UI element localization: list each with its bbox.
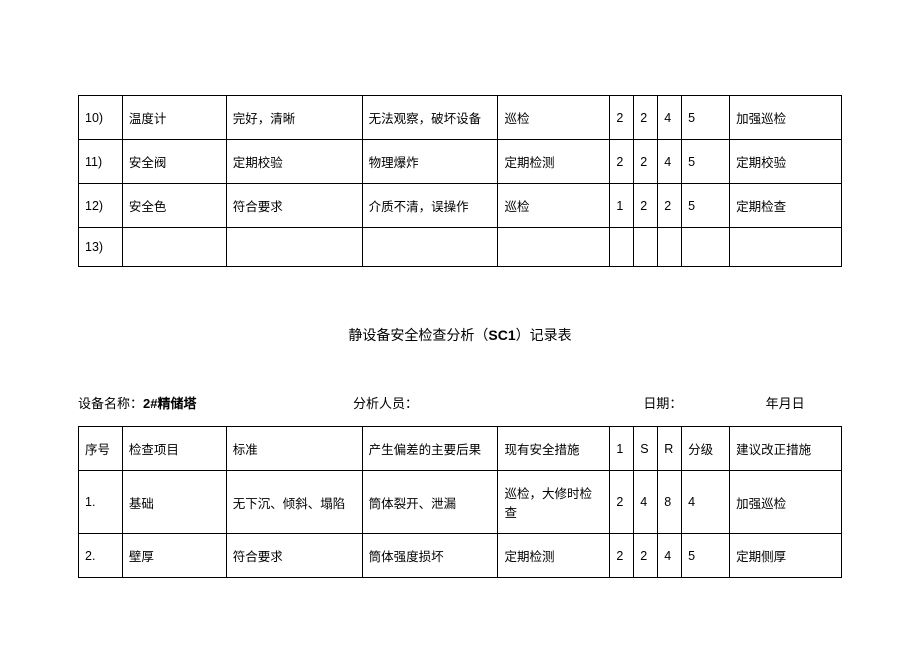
cell-idx: 11) bbox=[79, 140, 123, 184]
cell-sugg: 加强巡检 bbox=[730, 471, 842, 534]
cell-n2: 2 bbox=[634, 534, 658, 578]
cell-std: 符合要求 bbox=[226, 534, 362, 578]
cell-item: 基础 bbox=[122, 471, 226, 534]
cell-idx: 1. bbox=[79, 471, 123, 534]
title-pre: 静设备安全检查分析（ bbox=[348, 327, 488, 343]
cell-std: 完好，清晰 bbox=[226, 96, 362, 140]
header-n4: 分级 bbox=[682, 427, 730, 471]
header-std: 标准 bbox=[226, 427, 362, 471]
cell-std: 定期校验 bbox=[226, 140, 362, 184]
header-idx: 序号 bbox=[79, 427, 123, 471]
cell-item: 安全色 bbox=[122, 184, 226, 228]
date-value: 年月日 bbox=[766, 396, 805, 411]
cell-sugg: 加强巡检 bbox=[730, 96, 842, 140]
header-cons: 产生偏差的主要后果 bbox=[362, 427, 498, 471]
analysis-table-continued: 10) 温度计 完好，清晰 无法观察，破坏设备 巡检 2 2 4 5 加强巡检 … bbox=[78, 95, 842, 267]
cell-cons: 筒体裂开、泄漏 bbox=[362, 471, 498, 534]
cell-sugg: 定期侧厚 bbox=[730, 534, 842, 578]
cell-item: 壁厚 bbox=[122, 534, 226, 578]
cell-n1: 2 bbox=[610, 96, 634, 140]
header-n2: S bbox=[634, 427, 658, 471]
header-meas: 现有安全措施 bbox=[498, 427, 610, 471]
cell-n3: 4 bbox=[658, 140, 682, 184]
equipment-name-label: 设备名称： bbox=[78, 396, 143, 411]
cell-n1: 2 bbox=[610, 140, 634, 184]
cell-std bbox=[226, 228, 362, 267]
header-sugg: 建议改正措施 bbox=[730, 427, 842, 471]
cell-idx: 2. bbox=[79, 534, 123, 578]
cell-n2 bbox=[634, 228, 658, 267]
cell-n1: 1 bbox=[610, 184, 634, 228]
cell-n1: 2 bbox=[610, 534, 634, 578]
cell-cons: 物理爆炸 bbox=[362, 140, 498, 184]
cell-n3 bbox=[658, 228, 682, 267]
header-n1: 1 bbox=[610, 427, 634, 471]
equipment-name-value: 2#精储塔 bbox=[143, 396, 196, 411]
cell-meas: 巡检 bbox=[498, 184, 610, 228]
cell-n4: 5 bbox=[682, 96, 730, 140]
cell-item: 安全阀 bbox=[122, 140, 226, 184]
cell-n1: 2 bbox=[610, 471, 634, 534]
analysis-table-new: 序号 检查项目 标准 产生偏差的主要后果 现有安全措施 1 S R 分级 建议改… bbox=[78, 426, 842, 578]
cell-sugg: 定期校验 bbox=[730, 140, 842, 184]
cell-meas bbox=[498, 228, 610, 267]
cell-n3: 2 bbox=[658, 184, 682, 228]
cell-meas: 巡检，大修时检查 bbox=[498, 471, 610, 534]
cell-n3: 4 bbox=[658, 96, 682, 140]
cell-item: 温度计 bbox=[122, 96, 226, 140]
header-item: 检查项目 bbox=[122, 427, 226, 471]
cell-std: 无下沉、倾斜、塌陷 bbox=[226, 471, 362, 534]
cell-n4 bbox=[682, 228, 730, 267]
cell-sugg: 定期检查 bbox=[730, 184, 842, 228]
cell-meas: 巡检 bbox=[498, 96, 610, 140]
table-row: 2. 壁厚 符合要求 筒体强度损坏 定期检测 2 2 4 5 定期侧厚 bbox=[79, 534, 842, 578]
header-n3: R bbox=[658, 427, 682, 471]
analyst-label: 分析人员： bbox=[353, 396, 418, 411]
section-title: 静设备安全检查分析（SC1）记录表 bbox=[78, 325, 842, 345]
cell-n1 bbox=[610, 228, 634, 267]
cell-cons: 介质不清，误操作 bbox=[362, 184, 498, 228]
table-row: 13) bbox=[79, 228, 842, 267]
cell-sugg bbox=[730, 228, 842, 267]
cell-n2: 2 bbox=[634, 184, 658, 228]
table-row: 1. 基础 无下沉、倾斜、塌陷 筒体裂开、泄漏 巡检，大修时检查 2 4 8 4… bbox=[79, 471, 842, 534]
cell-cons: 筒体强度损坏 bbox=[362, 534, 498, 578]
table-row: 10) 温度计 完好，清晰 无法观察，破坏设备 巡检 2 2 4 5 加强巡检 bbox=[79, 96, 842, 140]
cell-n4: 5 bbox=[682, 534, 730, 578]
cell-n2: 2 bbox=[634, 96, 658, 140]
title-post: ）记录表 bbox=[516, 327, 572, 343]
cell-item bbox=[122, 228, 226, 267]
cell-std: 符合要求 bbox=[226, 184, 362, 228]
table-row: 11) 安全阀 定期校验 物理爆炸 定期检测 2 2 4 5 定期校验 bbox=[79, 140, 842, 184]
cell-n4: 5 bbox=[682, 184, 730, 228]
cell-meas: 定期检测 bbox=[498, 140, 610, 184]
cell-n3: 4 bbox=[658, 534, 682, 578]
cell-cons bbox=[362, 228, 498, 267]
table-header-row: 序号 检查项目 标准 产生偏差的主要后果 现有安全措施 1 S R 分级 建议改… bbox=[79, 427, 842, 471]
cell-cons: 无法观察，破坏设备 bbox=[362, 96, 498, 140]
table-row: 12) 安全色 符合要求 介质不清，误操作 巡检 1 2 2 5 定期检查 bbox=[79, 184, 842, 228]
meta-line: 设备名称：2#精储塔 分析人员： 日期： 年月日 bbox=[78, 393, 842, 412]
cell-n2: 4 bbox=[634, 471, 658, 534]
cell-meas: 定期检测 bbox=[498, 534, 610, 578]
cell-n3: 8 bbox=[658, 471, 682, 534]
cell-idx: 12) bbox=[79, 184, 123, 228]
cell-n2: 2 bbox=[634, 140, 658, 184]
title-code: SC1 bbox=[488, 327, 515, 343]
cell-n4: 4 bbox=[682, 471, 730, 534]
cell-idx: 13) bbox=[79, 228, 123, 267]
date-label: 日期： bbox=[643, 396, 682, 411]
cell-n4: 5 bbox=[682, 140, 730, 184]
cell-idx: 10) bbox=[79, 96, 123, 140]
